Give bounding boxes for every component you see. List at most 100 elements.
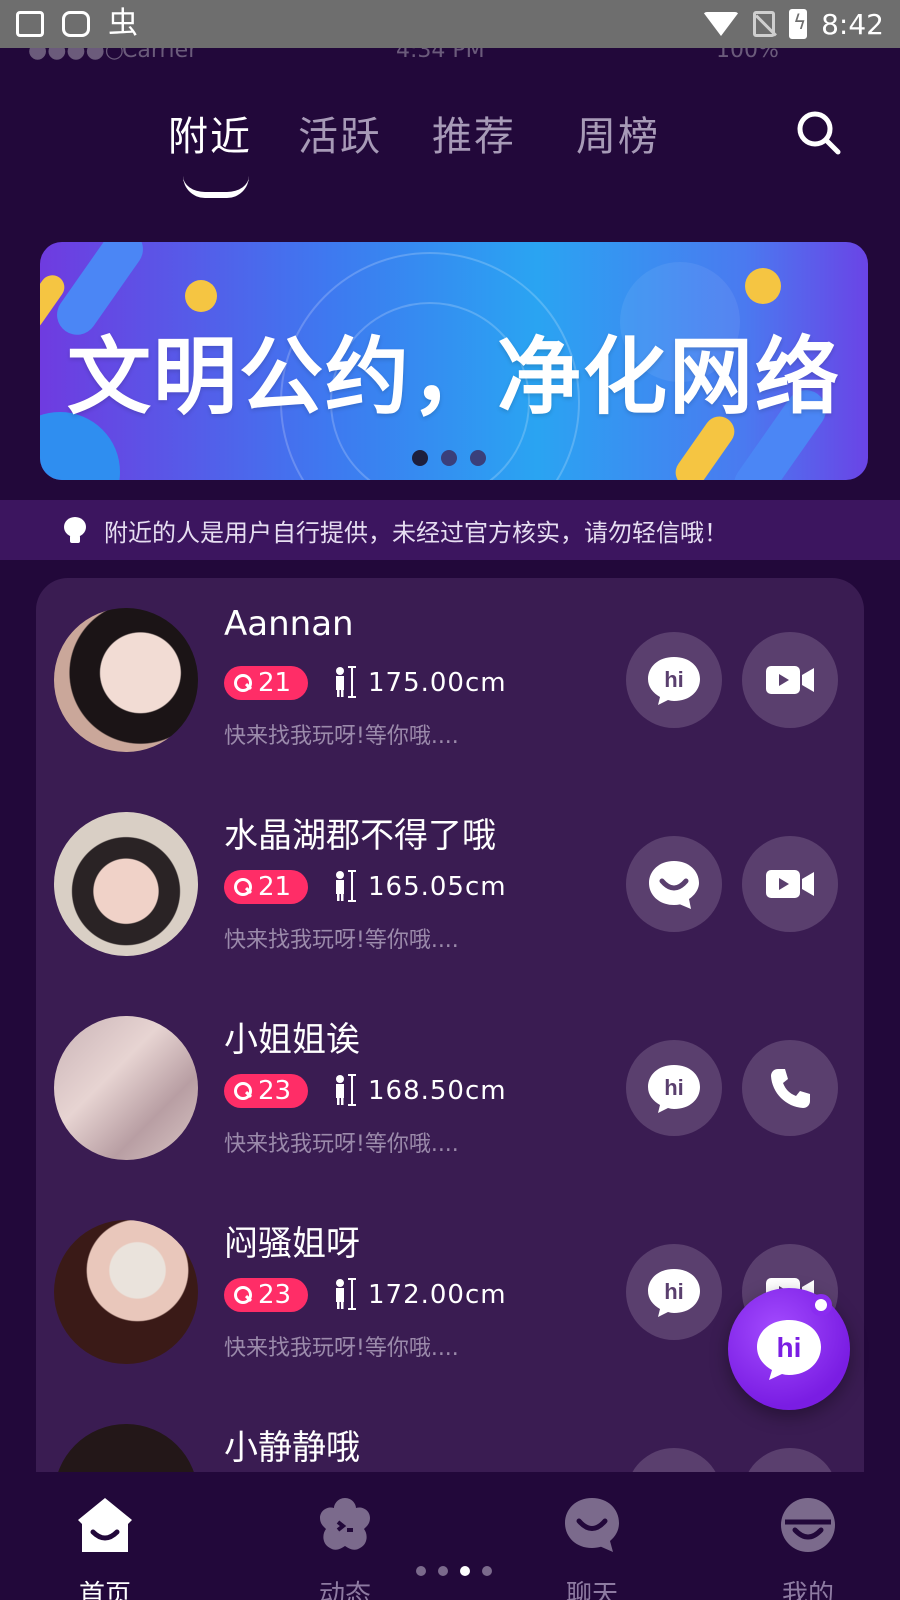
video-call-icon — [766, 870, 814, 898]
hi-chat-icon: hi — [648, 1269, 700, 1317]
smile-chat-button[interactable] — [626, 836, 722, 932]
username: 小姐姐诶 — [224, 1020, 360, 1060]
promo-banner[interactable]: 文明公约，净化网络 — [40, 242, 868, 480]
page-indicator — [416, 1566, 492, 1576]
nav-moments[interactable]: 动态 — [285, 1494, 405, 1600]
height-value: 172.00cm — [368, 1280, 507, 1310]
age-value: 21 — [258, 872, 292, 902]
height-value: 168.50cm — [368, 1076, 507, 1106]
age-value: 23 — [258, 1076, 292, 1106]
nav-home[interactable]: 首页 — [45, 1494, 165, 1600]
hi-chat-icon: hi — [648, 657, 700, 705]
ios-status-remnant: ●●●●○ Carrier 4:34 PM 100% — [0, 48, 900, 66]
say-hi-button[interactable]: hi — [626, 1244, 722, 1340]
nav-label: 聊天 — [565, 1580, 618, 1600]
avatar[interactable] — [54, 1220, 198, 1364]
tab-nearby[interactable]: 附近 — [168, 104, 252, 162]
banner-decoration — [185, 280, 217, 312]
bio-text: 快来找我玩呀!等你哦.... — [224, 1336, 459, 1361]
hi-chat-icon: hi — [757, 1320, 821, 1380]
nav-label: 首页 — [78, 1580, 131, 1600]
video-call-button[interactable] — [742, 836, 838, 932]
age-badge: 21 — [224, 666, 308, 700]
active-tab-indicator — [183, 176, 249, 198]
ios-time: 4:34 PM — [396, 48, 485, 63]
list-item[interactable]: Aannan 21 175.00cm 快来找我玩呀!等你哦.... hi — [36, 578, 864, 782]
bio-text: 快来找我玩呀!等你哦.... — [224, 724, 459, 749]
search-icon[interactable] — [796, 110, 842, 156]
age-value: 21 — [258, 668, 292, 698]
notice-bar: 附近的人是用户自行提供，未经过官方核实，请勿轻信哦！ — [0, 500, 900, 560]
username: 小静静哦 — [224, 1428, 360, 1468]
female-icon — [234, 878, 252, 896]
banner-dot[interactable] — [412, 450, 428, 466]
nav-label: 我的 — [781, 1580, 834, 1600]
avatar[interactable] — [54, 1016, 198, 1160]
list-item[interactable]: 小静静哦 — [36, 1394, 864, 1478]
age-badge: 23 — [224, 1278, 308, 1312]
gallery-icon — [16, 11, 44, 37]
bio-text: 快来找我玩呀!等你哦.... — [224, 1132, 459, 1157]
avatar[interactable] — [54, 1424, 198, 1478]
say-hi-button[interactable]: hi — [626, 632, 722, 728]
ios-battery: 100% — [716, 48, 779, 63]
bug-icon: 虫 — [108, 6, 138, 41]
tab-weekly[interactable]: 周榜 — [576, 104, 660, 162]
chat-icon — [565, 1498, 619, 1552]
avatar[interactable] — [54, 608, 198, 752]
height-icon — [336, 1074, 356, 1106]
nav-chat[interactable]: 聊天 — [532, 1494, 652, 1600]
phone-call-button[interactable] — [742, 1040, 838, 1136]
username: 水晶湖郡不得了哦 — [224, 816, 496, 856]
svg-text:hi: hi — [664, 667, 684, 692]
height-icon — [336, 870, 356, 902]
list-item[interactable]: 小姐姐诶 23 168.50cm 快来找我玩呀!等你哦.... hi — [36, 986, 864, 1190]
home-icon — [78, 1498, 132, 1552]
status-bar: 虫 8:42 — [0, 0, 900, 48]
nav-profile[interactable]: 我的 — [748, 1494, 868, 1600]
female-icon — [234, 1286, 252, 1304]
height-value: 165.05cm — [368, 872, 507, 902]
phone-call-icon — [771, 1069, 810, 1108]
page-dot — [416, 1566, 426, 1576]
fab-notification-dot — [810, 1294, 832, 1316]
avatar[interactable] — [54, 812, 198, 956]
video-call-button[interactable] — [742, 632, 838, 728]
status-time: 8:42 — [821, 7, 884, 41]
svg-text:hi: hi — [664, 1075, 684, 1100]
female-icon — [234, 1082, 252, 1100]
battery-charging-icon — [789, 9, 808, 39]
page-dot — [460, 1566, 470, 1576]
status-left-icons: 虫 — [16, 9, 138, 39]
floating-hi-button[interactable]: hi — [728, 1288, 850, 1410]
tab-recommend[interactable]: 推荐 — [432, 104, 516, 162]
video-call-icon — [766, 666, 814, 694]
status-right-icons: 8:42 — [703, 8, 884, 41]
nav-label: 动态 — [318, 1580, 371, 1600]
moments-icon — [320, 1498, 370, 1550]
hi-chat-icon: hi — [648, 1065, 700, 1113]
height-icon — [336, 1278, 356, 1310]
banner-dot[interactable] — [470, 450, 486, 466]
banner-pagination — [412, 450, 486, 466]
banner-decoration — [745, 268, 781, 304]
height-value: 175.00cm — [368, 668, 507, 698]
smile-chat-icon — [649, 861, 699, 909]
bottom-nav: 首页 动态 聊天 我的 — [0, 1472, 900, 1600]
wifi-icon — [703, 12, 740, 36]
profile-icon — [781, 1498, 835, 1552]
ios-carrier: Carrier — [122, 48, 198, 63]
say-hi-button[interactable]: hi — [626, 1040, 722, 1136]
female-icon — [234, 674, 252, 692]
shopping-icon — [62, 11, 90, 37]
top-tabs: 附近 活跃 推荐 周榜 — [0, 104, 900, 198]
tab-active[interactable]: 活跃 — [298, 104, 382, 162]
banner-dot[interactable] — [441, 450, 457, 466]
list-item[interactable]: 水晶湖郡不得了哦 21 165.05cm 快来找我玩呀!等你哦.... — [36, 782, 864, 986]
lightbulb-icon — [64, 517, 86, 543]
username: Aannan — [224, 604, 354, 644]
page-dot — [482, 1566, 492, 1576]
username: 闷骚姐呀 — [224, 1224, 360, 1264]
page-dot — [438, 1566, 448, 1576]
signal-dots: ●●●●○ — [28, 48, 124, 63]
